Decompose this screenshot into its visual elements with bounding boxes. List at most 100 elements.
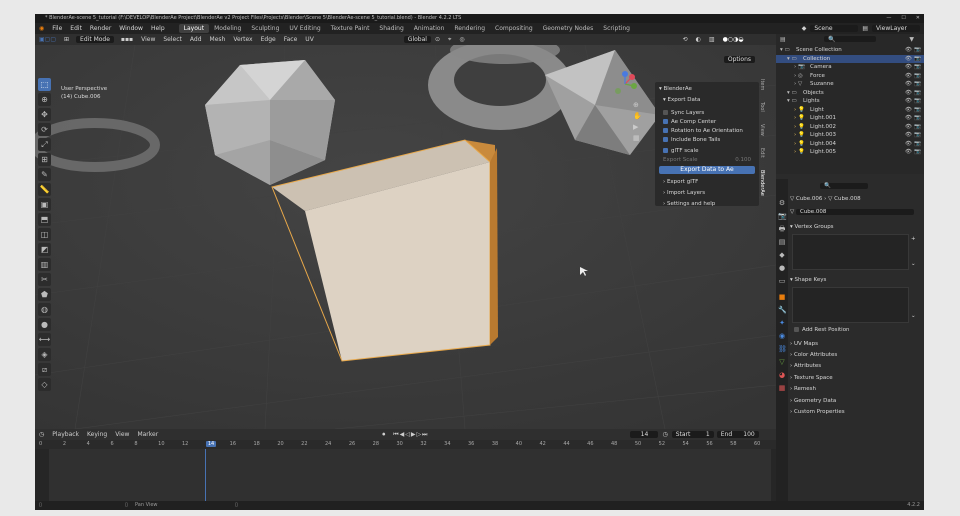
vp-menu-face[interactable]: Face — [280, 36, 302, 43]
render-camera-icon[interactable]: 📷 — [914, 55, 921, 64]
export-data-to-ae-button[interactable]: Export Data to Ae — [659, 166, 755, 174]
render-camera-icon[interactable]: 📷 — [914, 123, 921, 132]
ortho-toggle-icon[interactable]: ▦ — [633, 134, 642, 142]
outliner-row[interactable]: › ▽ Suzanne 👁 📷 — [776, 80, 924, 89]
visibility-eye-icon[interactable]: 👁 — [905, 131, 912, 140]
xray-icon[interactable]: ▥ — [705, 36, 719, 43]
shrink-fatten-icon[interactable]: ◈ — [38, 348, 51, 361]
current-frame-field[interactable]: 14 — [630, 431, 659, 438]
minimize-icon[interactable]: — — [886, 14, 891, 23]
ae-comp-center-toggle[interactable]: Ae Comp Center — [663, 119, 716, 125]
material-props-icon[interactable]: ◕ — [778, 371, 786, 379]
rotation-orientation-checkbox[interactable] — [663, 128, 668, 133]
outliner-row[interactable]: › 📷 Camera 👁 📷 — [776, 63, 924, 72]
properties-search[interactable]: 🔍 — [820, 183, 868, 189]
sync-layers-toggle[interactable]: Sync Layers — [663, 110, 704, 116]
sidebar-tab-item[interactable]: Item — [759, 79, 765, 90]
outliner-row[interactable]: › 💡 Light.001 👁 📷 — [776, 114, 924, 123]
shape-key-menu-icon[interactable]: ⌄ — [911, 313, 916, 319]
render-camera-icon[interactable]: 📷 — [914, 46, 921, 55]
rotate-icon[interactable]: ⟳ — [38, 123, 51, 136]
sidebar-tab-blenderae[interactable]: BlenderAe — [759, 170, 765, 196]
attributes-header[interactable]: › Attributes — [790, 363, 821, 369]
mode-selector[interactable]: Edit Mode — [76, 36, 114, 43]
light-icon[interactable]: › 💡 — [794, 114, 805, 123]
properties-search-input[interactable]: 🔍 — [820, 183, 868, 189]
timeline-editor-icon[interactable]: ◷ — [35, 431, 48, 438]
gltf-scale-checkbox[interactable] — [663, 148, 668, 153]
options-dropdown[interactable]: Options — [723, 56, 755, 63]
mesh-name-field[interactable]: Cube.008 — [795, 209, 914, 215]
scene-props-icon[interactable]: ◆ — [778, 251, 786, 259]
render-camera-icon[interactable]: 📷 — [914, 63, 921, 72]
shape-keys-list[interactable] — [792, 287, 909, 323]
outliner-search-input[interactable]: 🔍 — [824, 36, 876, 43]
add-cube-icon[interactable]: ▣ — [38, 198, 51, 211]
cursor-icon[interactable]: ⊕ — [38, 93, 51, 106]
start-frame-field[interactable]: Start 1 — [671, 431, 714, 438]
export-gltf-subpanel[interactable]: › Export glTF — [663, 179, 698, 185]
poly-build-icon[interactable]: ⬟ — [38, 288, 51, 301]
render-camera-icon[interactable]: 📷 — [914, 114, 921, 123]
workspace-tab-compositing[interactable]: Compositing — [490, 24, 538, 33]
data-props-icon[interactable]: ▽ — [778, 358, 786, 366]
render-camera-icon[interactable]: 📷 — [914, 106, 921, 115]
light-icon[interactable]: › 💡 — [794, 106, 805, 115]
workspace-tab-rendering[interactable]: Rendering — [449, 24, 490, 33]
menu-window[interactable]: Window — [115, 25, 147, 32]
vp-menu-add[interactable]: Add — [186, 36, 206, 43]
outliner-row[interactable]: ▾ ▭ Lights 👁 📷 — [776, 97, 924, 106]
workspace-tab-layout[interactable]: Layout — [178, 24, 210, 33]
render-props-icon[interactable]: 📷 — [778, 212, 787, 220]
color-attributes-header[interactable]: › Color Attributes — [790, 352, 837, 358]
collection-icon[interactable]: ▾ ▭ — [787, 89, 797, 98]
include-bone-tails-toggle[interactable]: Include Bone Tails — [663, 137, 720, 143]
snap-icon[interactable]: ⌖ — [444, 36, 455, 44]
outliner-row[interactable]: ▾ ▭ Scene Collection 👁 📷 — [776, 46, 924, 55]
render-camera-icon[interactable]: 📷 — [914, 72, 921, 81]
visibility-eye-icon[interactable]: 👁 — [905, 89, 912, 98]
workspace-tab-sculpting[interactable]: Sculpting — [246, 24, 284, 33]
geometry-data-header[interactable]: › Geometry Data — [790, 398, 836, 404]
rotation-orientation-toggle[interactable]: Rotation to Ae Orientation — [663, 128, 743, 134]
vp-menu-view[interactable]: View — [137, 36, 159, 43]
light-icon[interactable]: › 💡 — [794, 131, 805, 140]
render-camera-icon[interactable]: 📷 — [914, 97, 921, 106]
knife-icon[interactable]: ✂ — [38, 273, 51, 286]
render-camera-icon[interactable]: 📷 — [914, 80, 921, 89]
workspace-tab-uv-editing[interactable]: UV Editing — [284, 24, 325, 33]
loop-cut-icon[interactable]: ▥ — [38, 258, 51, 271]
add-vertex-group-button[interactable]: + — [911, 236, 916, 242]
physics-props-icon[interactable]: ◉ — [778, 332, 786, 340]
shape-keys-header[interactable]: ▾ Shape Keys — [790, 277, 826, 283]
visibility-eye-icon[interactable]: 👁 — [905, 72, 912, 81]
collection-icon[interactable]: › ◎ — [794, 72, 803, 81]
axis-gizmo-icon[interactable] — [612, 71, 638, 97]
export-data-header[interactable]: ▾ Export Data — [663, 97, 700, 103]
collection-props-icon[interactable]: ▭ — [778, 277, 786, 285]
outliner-row[interactable]: › ◎ Force 👁 📷 — [776, 72, 924, 81]
outliner-filter-icon[interactable]: ▤ — [780, 36, 786, 43]
pan-icon[interactable]: ✋ — [633, 112, 642, 120]
rip-region-icon[interactable]: ◇ — [38, 378, 51, 391]
visibility-eye-icon[interactable]: 👁 — [905, 148, 912, 157]
sync-layers-checkbox[interactable] — [663, 110, 668, 115]
playback-controls-icon[interactable]: ⏮◀◁▶▷⏭ — [389, 431, 432, 439]
tl-menu-view[interactable]: View — [111, 431, 133, 438]
frame-ruler[interactable]: 0 2 4 6 8 10 12 14 16 18 20 22 24 26 28 30 32 34 36 38 40 42 4… — [35, 440, 776, 449]
inset-icon[interactable]: ◫ — [38, 228, 51, 241]
visibility-eye-icon[interactable]: 👁 — [905, 106, 912, 115]
transform-icon[interactable]: ⊞ — [38, 153, 51, 166]
workspace-tab-texture-paint[interactable]: Texture Paint — [326, 24, 375, 33]
tl-menu-marker[interactable]: Marker — [133, 431, 162, 438]
spin-icon[interactable]: ◍ — [38, 303, 51, 316]
select-box-icon[interactable]: ⬚ — [38, 78, 51, 91]
output-props-icon[interactable]: 🖶 — [778, 225, 786, 233]
workspace-tab-shading[interactable]: Shading — [374, 24, 408, 33]
playhead[interactable] — [205, 449, 206, 505]
mesh-datablock[interactable]: ▽ Cube.008 — [790, 209, 920, 215]
shear-icon[interactable]: ⧄ — [38, 363, 51, 376]
workspace-tab-animation[interactable]: Animation — [409, 24, 450, 33]
light-icon[interactable]: › 💡 — [794, 148, 805, 157]
object-props-icon[interactable]: ■ — [778, 293, 786, 301]
